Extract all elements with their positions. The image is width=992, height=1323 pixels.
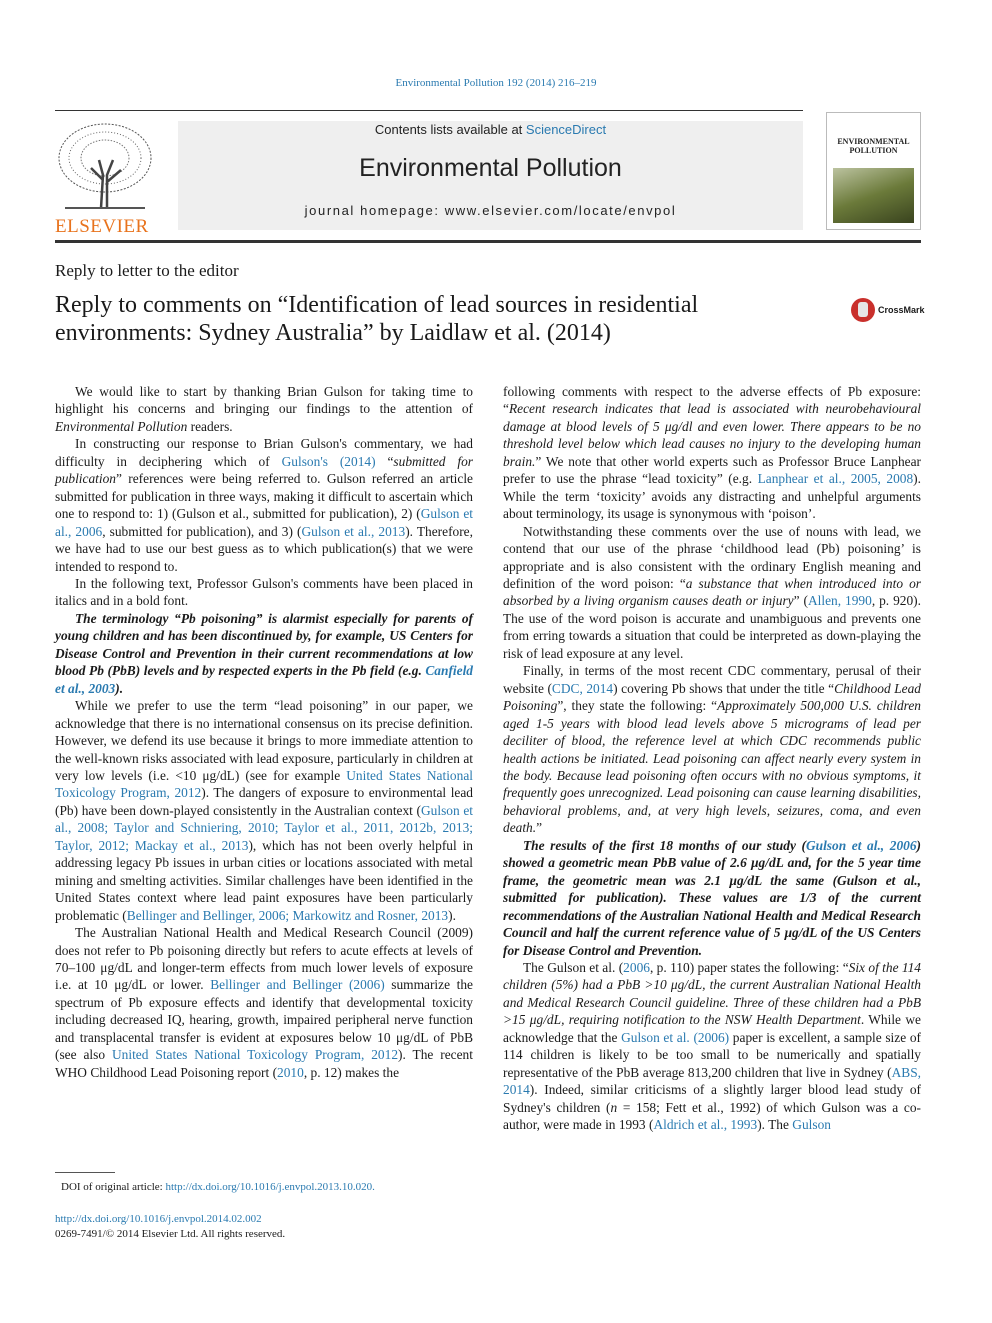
footnote-divider: [55, 1172, 115, 1173]
text-span: Environmental Pollution: [55, 418, 188, 434]
text-span: ”, they state the following: “: [557, 698, 718, 714]
crossmark-button[interactable]: CrossMark: [851, 298, 925, 322]
text-span: “: [375, 453, 394, 469]
text-span: The results of the first 18 months of ou…: [523, 837, 806, 853]
reference-link[interactable]: Lanphear et al., 2005, 2008: [758, 471, 914, 486]
paragraph: Notwithstanding these comments over the …: [503, 523, 921, 663]
paragraph: The results of the first 18 months of ou…: [503, 837, 921, 959]
journal-citation[interactable]: Environmental Pollution 192 (2014) 216–2…: [0, 77, 992, 89]
text-span: The terminology “Pb poisoning” is alarmi…: [55, 610, 473, 679]
homepage-link[interactable]: www.elsevier.com/locate/envpol: [445, 203, 677, 218]
text-span: , p. 12) makes the: [303, 1064, 400, 1080]
text-span: ). The: [757, 1117, 793, 1133]
text-span: We would like to start by thanking Brian…: [55, 384, 473, 417]
body-column-right: following comments with respect to the a…: [503, 383, 921, 1133]
cover-title: ENVIRONMENTAL POLLUTION: [837, 137, 910, 155]
copyright: 0269-7491/© 2014 Elsevier Ltd. All right…: [55, 1228, 286, 1240]
reference-link[interactable]: Gulson et al., 2006: [806, 838, 917, 853]
text-span: ” (: [793, 593, 808, 609]
text-span: ) covering Pb shows that under the title…: [613, 680, 835, 696]
divider: [55, 110, 803, 111]
text-span: readers.: [187, 418, 233, 434]
crossmark-icon: [851, 298, 875, 322]
footnote: DOI of original article: http://dx.doi.o…: [61, 1181, 375, 1193]
body-column-left: We would like to start by thanking Brian…: [55, 383, 473, 1081]
paragraph: While we prefer to use the term “lead po…: [55, 697, 473, 924]
paragraph: In the following text, Professor Gulson'…: [55, 575, 473, 610]
elsevier-tree-icon: [58, 123, 152, 209]
reference-link[interactable]: Gulson: [792, 1117, 831, 1132]
text-span: , p. 110) paper states the following: “: [649, 959, 849, 975]
article-doi-link[interactable]: http://dx.doi.org/10.1016/j.envpol.2014.…: [55, 1212, 285, 1227]
text-span: Approximately 500,000 U.S. children aged…: [503, 698, 921, 836]
text-span: ).: [115, 680, 124, 696]
text-span: The Gulson et al. (: [523, 959, 624, 975]
text-span: ”: [536, 820, 543, 836]
reference-link[interactable]: Aldrich et al., 1993: [653, 1117, 757, 1132]
sciencedirect-link[interactable]: ScienceDirect: [526, 122, 606, 137]
crossmark-label: CrossMark: [878, 305, 925, 315]
reference-link[interactable]: Allen, 1990: [808, 593, 872, 608]
journal-banner: Contents lists available at ScienceDirec…: [178, 121, 803, 230]
reference-link[interactable]: 2006: [623, 960, 650, 975]
paragraph: The terminology “Pb poisoning” is alarmi…: [55, 610, 473, 697]
paragraph: following comments with respect to the a…: [503, 383, 921, 523]
paragraph: The Gulson et al. (2006, p. 110) paper s…: [503, 959, 921, 1134]
homepage-prefix: journal homepage:: [304, 203, 445, 218]
header-divider: [55, 240, 921, 243]
article-type: Reply to letter to the editor: [55, 261, 239, 280]
contents-prefix: Contents lists available at: [374, 122, 526, 137]
elsevier-logo: ELSEVIER: [55, 120, 155, 237]
paragraph: In constructing our response to Brian Gu…: [55, 435, 473, 575]
journal-homepage: journal homepage: www.elsevier.com/locat…: [178, 203, 803, 218]
footnote-prefix: DOI of original article:: [61, 1181, 166, 1193]
reference-link[interactable]: Gulson et al., 2013: [301, 524, 405, 539]
reference-link[interactable]: United States National Toxicology Progra…: [112, 1047, 398, 1062]
reference-link[interactable]: Gulson et al. (2006): [621, 1030, 729, 1045]
journal-title: Environmental Pollution: [359, 154, 622, 182]
reference-link[interactable]: CDC, 2014: [552, 681, 613, 696]
journal-cover[interactable]: ENVIRONMENTAL POLLUTION: [826, 112, 921, 230]
paragraph: We would like to start by thanking Brian…: [55, 383, 473, 435]
paragraph: Finally, in terms of the most recent CDC…: [503, 662, 921, 837]
text-span: In the following text, Professor Gulson'…: [55, 575, 473, 609]
contents-line: Contents lists available at ScienceDirec…: [178, 122, 803, 137]
original-doi-link[interactable]: http://dx.doi.org/10.1016/j.envpol.2013.…: [165, 1181, 374, 1193]
paragraph: The Australian National Health and Medic…: [55, 924, 473, 1081]
cover-image: [833, 168, 914, 223]
reference-link[interactable]: Bellinger and Bellinger, 2006; Markowitz…: [127, 908, 448, 923]
footer: http://dx.doi.org/10.1016/j.envpol.2014.…: [55, 1212, 285, 1242]
reference-link[interactable]: Bellinger and Bellinger (2006): [210, 977, 384, 992]
text-span: ) showed a geometric mean PbB value of 2…: [503, 837, 921, 958]
text-span: ” references were being referred to. Gul…: [55, 471, 473, 522]
text-span: , submitted for publication), and 3) (: [102, 523, 302, 539]
publisher-logo-text: ELSEVIER: [55, 216, 149, 237]
reference-link[interactable]: Gulson's (2014): [282, 454, 376, 469]
reference-link[interactable]: 2010: [277, 1065, 304, 1080]
article-title: Reply to comments on “Identification of …: [55, 292, 699, 346]
text-span: ).: [448, 907, 456, 923]
